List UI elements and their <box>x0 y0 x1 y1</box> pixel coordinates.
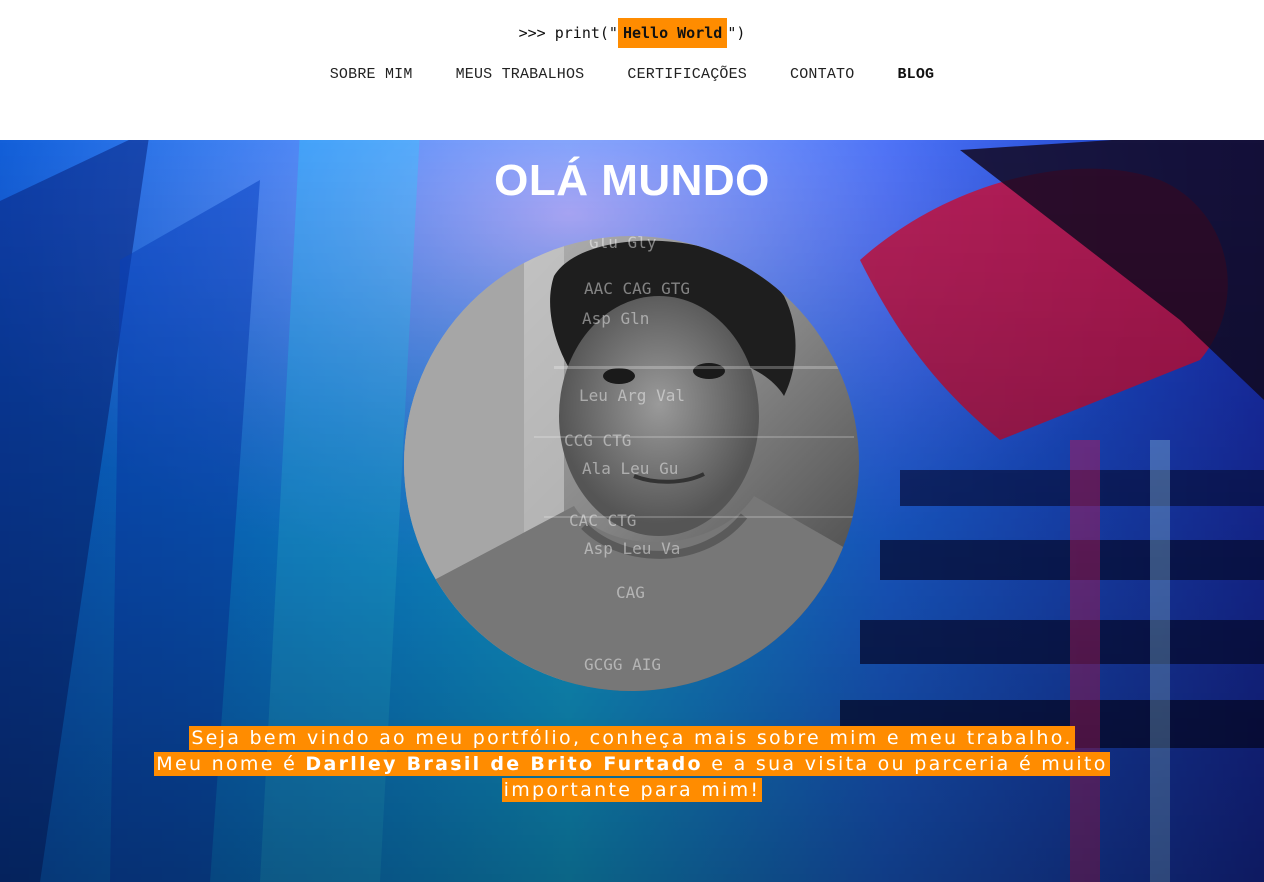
logo-suffix: ") <box>727 24 746 42</box>
profile-photo: Glu Gly AAC CAG GTG Asp Gln Leu Arg Val … <box>404 236 859 691</box>
intro-line-1-text: Seja bem vindo ao meu portfólio, conheça… <box>191 727 1073 749</box>
main-nav: SOBRE MIM MEUS TRABALHOS CERTIFICAÇÕES C… <box>0 64 1264 85</box>
intro-line-3: importante para mim! <box>501 778 763 802</box>
hero-section: OLÁ MUNDO Glu Gly AAC CAG GTG Asp Gln Le… <box>0 140 1264 882</box>
photo-overlay-text-10: GCGG AIG <box>584 655 661 674</box>
intro-line-2-prefix: Meu nome é <box>156 753 306 775</box>
logo-prefix: >>> print(" <box>518 24 618 42</box>
intro-name: Darlley Brasil de Brito Furtado <box>305 753 703 775</box>
photo-overlay-text-1: Glu Gly <box>589 236 657 252</box>
nav-item-sobre-mim[interactable]: SOBRE MIM <box>330 64 413 85</box>
photo-overlay-text-8: Asp Leu Va <box>584 539 680 558</box>
intro-line-3-text: importante para mim! <box>503 779 761 801</box>
photo-overlay-text-3: Asp Gln <box>582 309 649 328</box>
nav-item-meus-trabalhos[interactable]: MEUS TRABALHOS <box>456 64 585 85</box>
nav-item-certificacoes[interactable]: CERTIFICAÇÕES <box>627 64 747 85</box>
photo-overlay-text-2: AAC CAG GTG <box>584 279 690 298</box>
site-logo[interactable]: >>> print(" Hello World ") <box>0 18 1264 48</box>
intro-text: Seja bem vindo ao meu portfólio, conheça… <box>0 725 1264 803</box>
intro-line-2: Meu nome é Darlley Brasil de Brito Furta… <box>154 752 1110 776</box>
logo-highlight: Hello World <box>617 18 728 48</box>
site-header: >>> print(" Hello World ") SOBRE MIM MEUS … <box>0 0 1264 140</box>
nav-item-contato[interactable]: CONTATO <box>790 64 854 85</box>
photo-overlay-text-9: CAG <box>616 583 645 602</box>
intro-line-1: Seja bem vindo ao meu portfólio, conheça… <box>189 726 1075 750</box>
photo-overlay-text-7: CAC CTG <box>569 511 636 530</box>
hero-title: OLÁ MUNDO <box>494 156 770 205</box>
photo-overlay-text-5: CCG CTG <box>564 431 631 450</box>
photo-overlay-text-6: Ala Leu Gu <box>582 459 678 478</box>
nav-item-blog[interactable]: BLOG <box>897 64 934 85</box>
photo-overlay-text-4: Leu Arg Val <box>579 386 685 405</box>
intro-line-2-suffix: e a sua visita ou parceria é muito <box>702 753 1108 775</box>
